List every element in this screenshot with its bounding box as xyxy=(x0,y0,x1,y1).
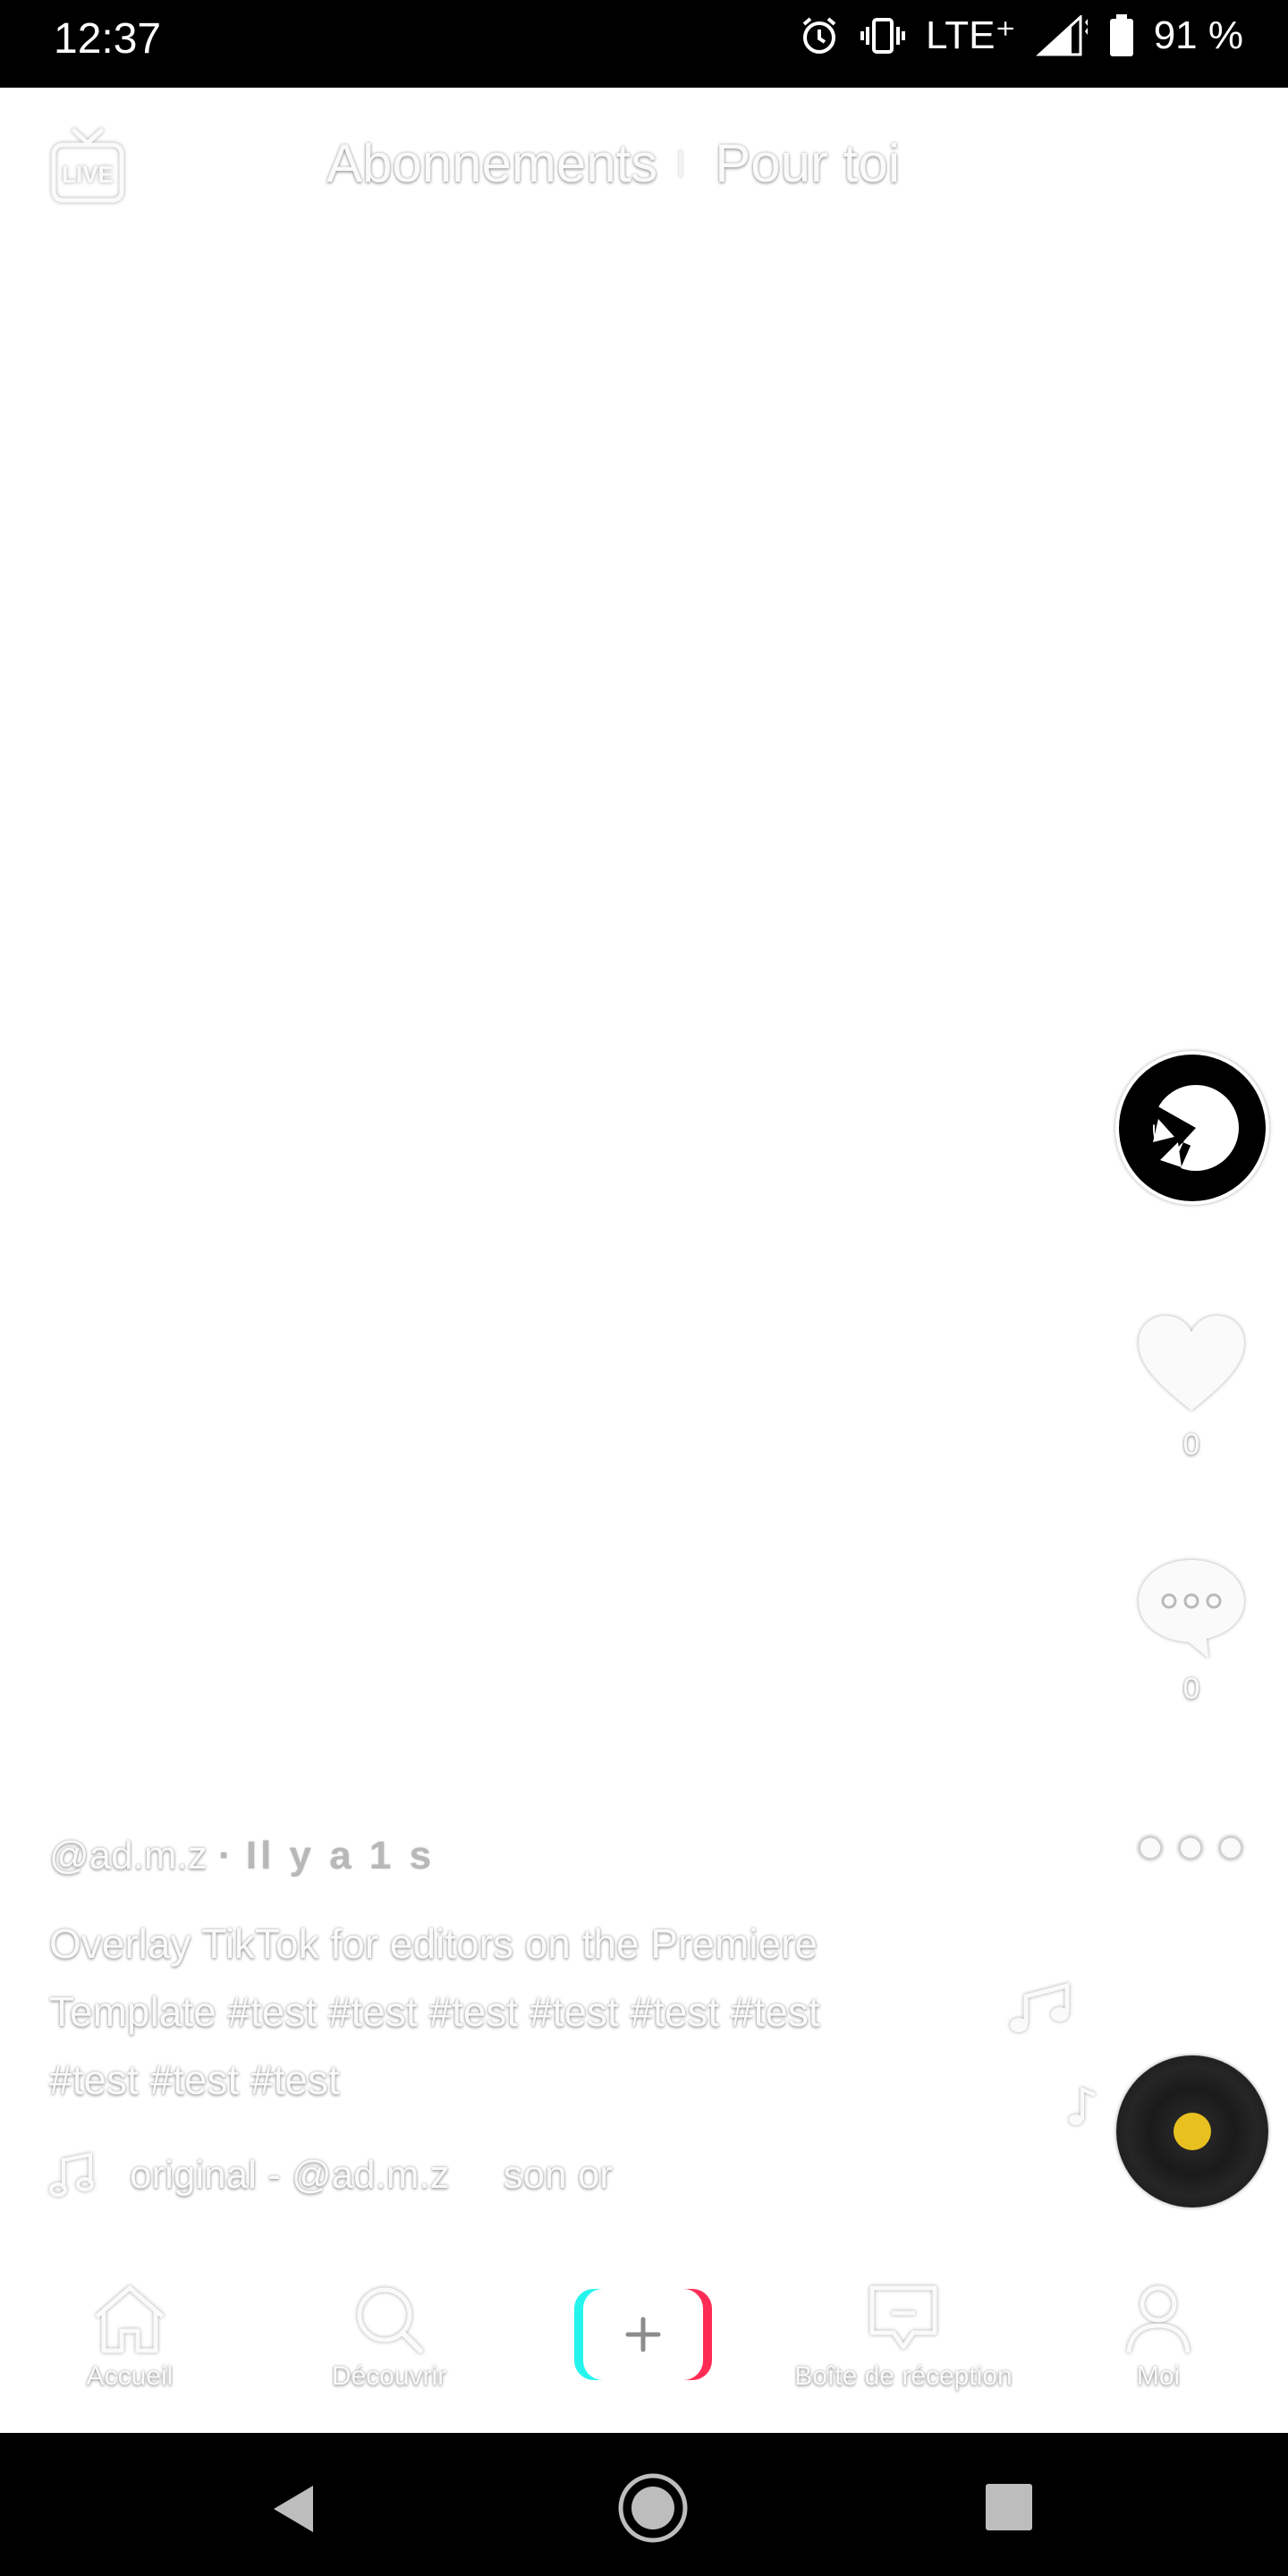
nav-discover-label: Découvrir xyxy=(331,2361,447,2391)
like-count: 0 xyxy=(1182,1428,1200,1462)
heart-icon[interactable] xyxy=(1133,1310,1250,1418)
tiktok-feed-screen: 12:37 LTE⁺ 91 % LIVE Abonnements Pour to… xyxy=(0,0,1288,2576)
live-tv-icon[interactable]: LIVE xyxy=(49,125,126,206)
comment-control[interactable]: 0 xyxy=(1129,1555,1254,1707)
nav-inbox[interactable]: Boîte de réception xyxy=(769,2281,1038,2392)
back-icon[interactable] xyxy=(268,2482,317,2536)
network-type: LTE⁺ xyxy=(926,13,1016,57)
battery-icon xyxy=(1109,13,1133,56)
caption-line: Template #test #test #test #test #test #… xyxy=(49,1988,820,2035)
comment-count: 0 xyxy=(1182,1672,1200,1706)
nav-home-label: Accueil xyxy=(86,2361,174,2391)
status-icons: LTE⁺ 91 % xyxy=(799,13,1243,58)
nav-inbox-label: Boîte de réception xyxy=(794,2361,1013,2391)
search-icon xyxy=(357,2287,423,2353)
nav-discover[interactable]: Découvrir xyxy=(309,2281,470,2392)
recents-icon[interactable] xyxy=(984,2482,1034,2532)
caption-line: #test #test #test xyxy=(49,2056,340,2103)
inbox-icon xyxy=(869,2285,937,2350)
creator-avatar[interactable] xyxy=(1115,1051,1269,1205)
tab-for-you[interactable]: Pour toi xyxy=(715,132,900,194)
nav-me-label: Moi xyxy=(1136,2361,1181,2391)
nav-home[interactable]: Accueil xyxy=(54,2281,206,2392)
vibrate-icon xyxy=(860,17,906,54)
sound-ticker[interactable]: original - @ad.m.z son or xyxy=(49,2151,613,2199)
caption-line: Overlay TikTok for editors on the Premie… xyxy=(49,1920,818,1967)
battery-percent: 91 % xyxy=(1153,13,1243,57)
post-caption: Overlay TikTok for editors on the Premie… xyxy=(49,1910,988,2114)
tab-divider xyxy=(679,149,683,177)
more-options-icon[interactable] xyxy=(1132,1834,1249,1862)
signal-icon xyxy=(1035,14,1088,55)
create-video-button[interactable] xyxy=(574,2289,712,2380)
music-note-icon xyxy=(49,2152,94,2197)
status-bar: 12:37 LTE⁺ 91 % xyxy=(0,0,1288,88)
feed-tabs: Abonnements Pour toi xyxy=(326,132,900,194)
tab-following[interactable]: Abonnements xyxy=(326,132,657,194)
author-handle[interactable]: @ad.m.z xyxy=(49,1834,208,1877)
post-author-line: @ad.m.z · Il y a 1 s xyxy=(49,1834,435,1878)
music-disc[interactable] xyxy=(1116,2055,1268,2207)
comment-icon[interactable] xyxy=(1133,1555,1250,1662)
status-time: 12:37 xyxy=(54,15,162,63)
home-icon xyxy=(95,2285,165,2353)
floating-music-notes-icon xyxy=(1010,1982,1070,2032)
sound-title: original - @ad.m.z xyxy=(130,2153,450,2197)
avatar-logo-icon xyxy=(1146,1085,1239,1174)
sound-title-trail: son or xyxy=(503,2153,613,2197)
system-nav-bar xyxy=(0,2433,1288,2576)
nav-me[interactable]: Moi xyxy=(1105,2281,1212,2392)
post-time-ago: Il y a 1 s xyxy=(245,1834,436,1877)
profile-icon xyxy=(1126,2285,1191,2353)
live-label: LIVE xyxy=(62,161,114,188)
alarm-icon xyxy=(802,16,836,54)
author-separator: · xyxy=(217,1834,235,1877)
floating-music-note-icon xyxy=(1069,2086,1096,2125)
home-circle-icon[interactable] xyxy=(615,2470,691,2546)
like-control[interactable]: 0 xyxy=(1129,1310,1254,1462)
music-disc-center xyxy=(1174,2113,1211,2150)
